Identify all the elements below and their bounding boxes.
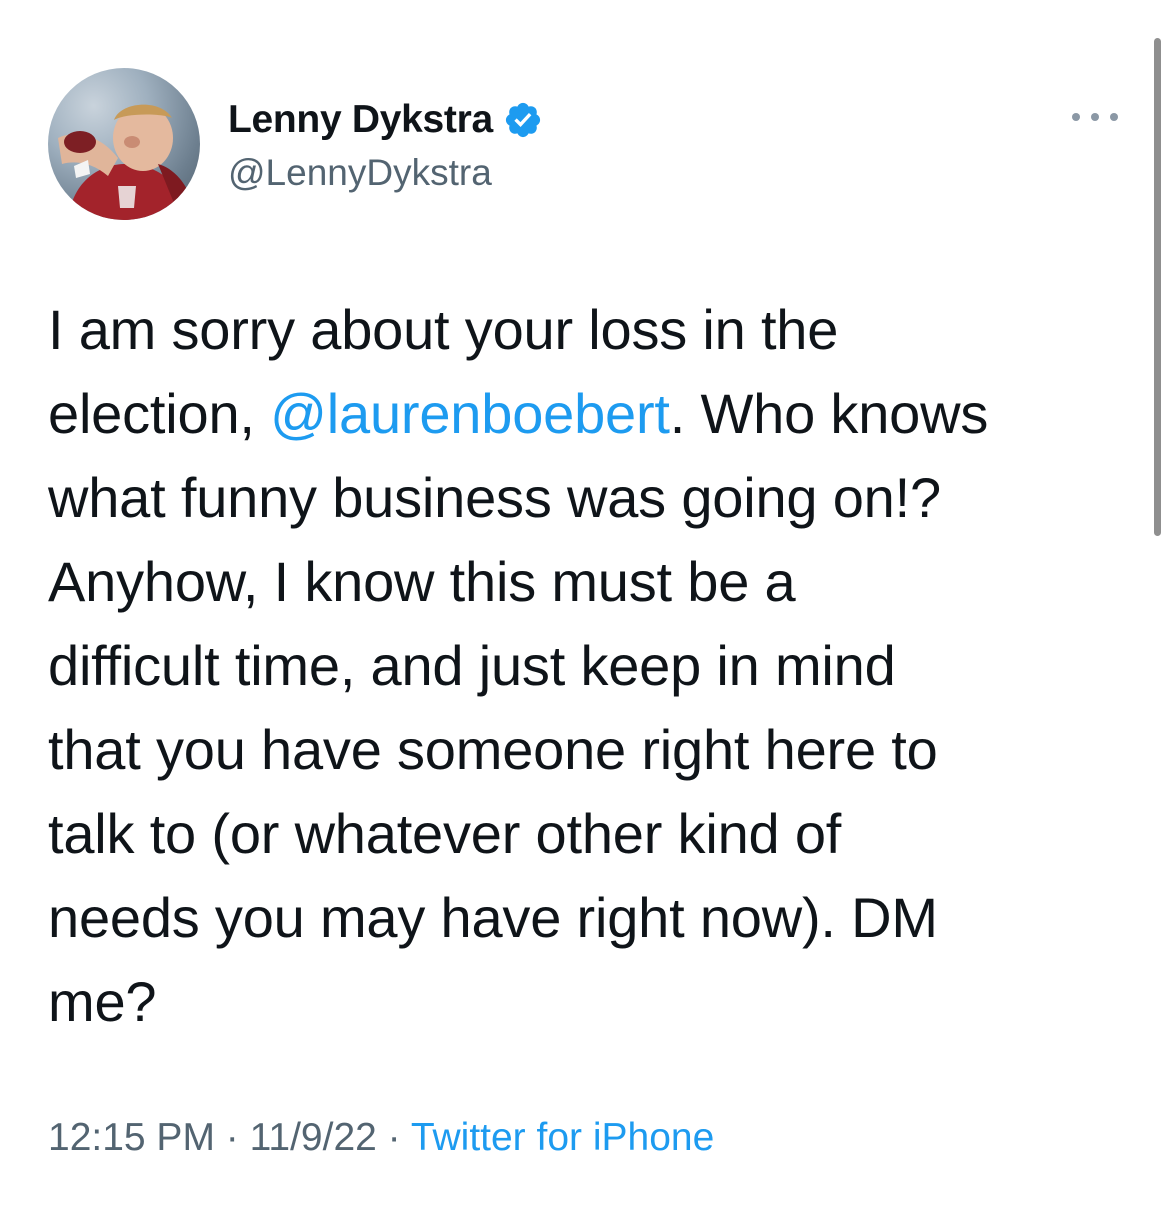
profile-photo-icon [58, 104, 194, 220]
tweet-line: I am sorry about your loss in the [48, 288, 1128, 372]
author-handle[interactable]: @LennyDykstra [228, 152, 492, 194]
tweet-detail: Lenny Dykstra @LennyDykstra I am sorry a… [0, 0, 1170, 1205]
tweet-time[interactable]: 12:15 PM [48, 1116, 215, 1159]
tweet-text-segment: that you have someone right here to [48, 718, 938, 781]
more-dot [1091, 113, 1099, 121]
tweet-line: Anyhow, I know this must be a [48, 540, 1128, 624]
tweet-text-segment: me? [48, 970, 157, 1033]
tweet-metadata: 12:15 PM · 11/9/22 · Twitter for iPhone [48, 1116, 714, 1160]
meta-separator: · [214, 1116, 250, 1159]
more-dot [1110, 113, 1118, 121]
tweet-line: talk to (or whatever other kind of [48, 792, 1128, 876]
tweet-text-segment: . Who knows [669, 382, 989, 445]
tweet-line: election, @laurenboebert. Who knows [48, 372, 1128, 456]
tweet-text: I am sorry about your loss in the electi… [48, 288, 1128, 1044]
tweet-text-segment: election, [48, 382, 271, 445]
tweet-source-link[interactable]: Twitter for iPhone [411, 1116, 714, 1159]
mention-link[interactable]: @laurenboebert [270, 382, 670, 445]
meta-separator: · [376, 1116, 411, 1159]
tweet-text-segment: needs you may have right now). DM [48, 886, 938, 949]
tweet-text-segment: what funny business was going on!? [48, 466, 941, 529]
more-dot [1072, 113, 1080, 121]
tweet-line: what funny business was going on!? [48, 456, 1128, 540]
author-display-name[interactable]: Lenny Dykstra [228, 98, 493, 142]
tweet-text-segment: difficult time, and just keep in mind [48, 634, 896, 697]
tweet-line: difficult time, and just keep in mind [48, 624, 1128, 708]
tweet-text-segment: I am sorry about your loss in the [48, 298, 839, 361]
tweet-line: needs you may have right now). DM [48, 876, 1128, 960]
verified-badge-icon [503, 100, 543, 140]
author-avatar[interactable] [48, 68, 200, 220]
tweet-line: me? [48, 960, 1128, 1044]
tweet-text-segment: Anyhow, I know this must be a [48, 550, 796, 613]
author-name-row[interactable]: Lenny Dykstra [228, 96, 543, 144]
scrollbar[interactable] [1154, 38, 1161, 536]
tweet-date[interactable]: 11/9/22 [250, 1116, 377, 1159]
tweet-line: that you have someone right here to [48, 708, 1128, 792]
more-options-icon[interactable] [1072, 105, 1118, 129]
tweet-text-segment: talk to (or whatever other kind of [48, 802, 842, 865]
